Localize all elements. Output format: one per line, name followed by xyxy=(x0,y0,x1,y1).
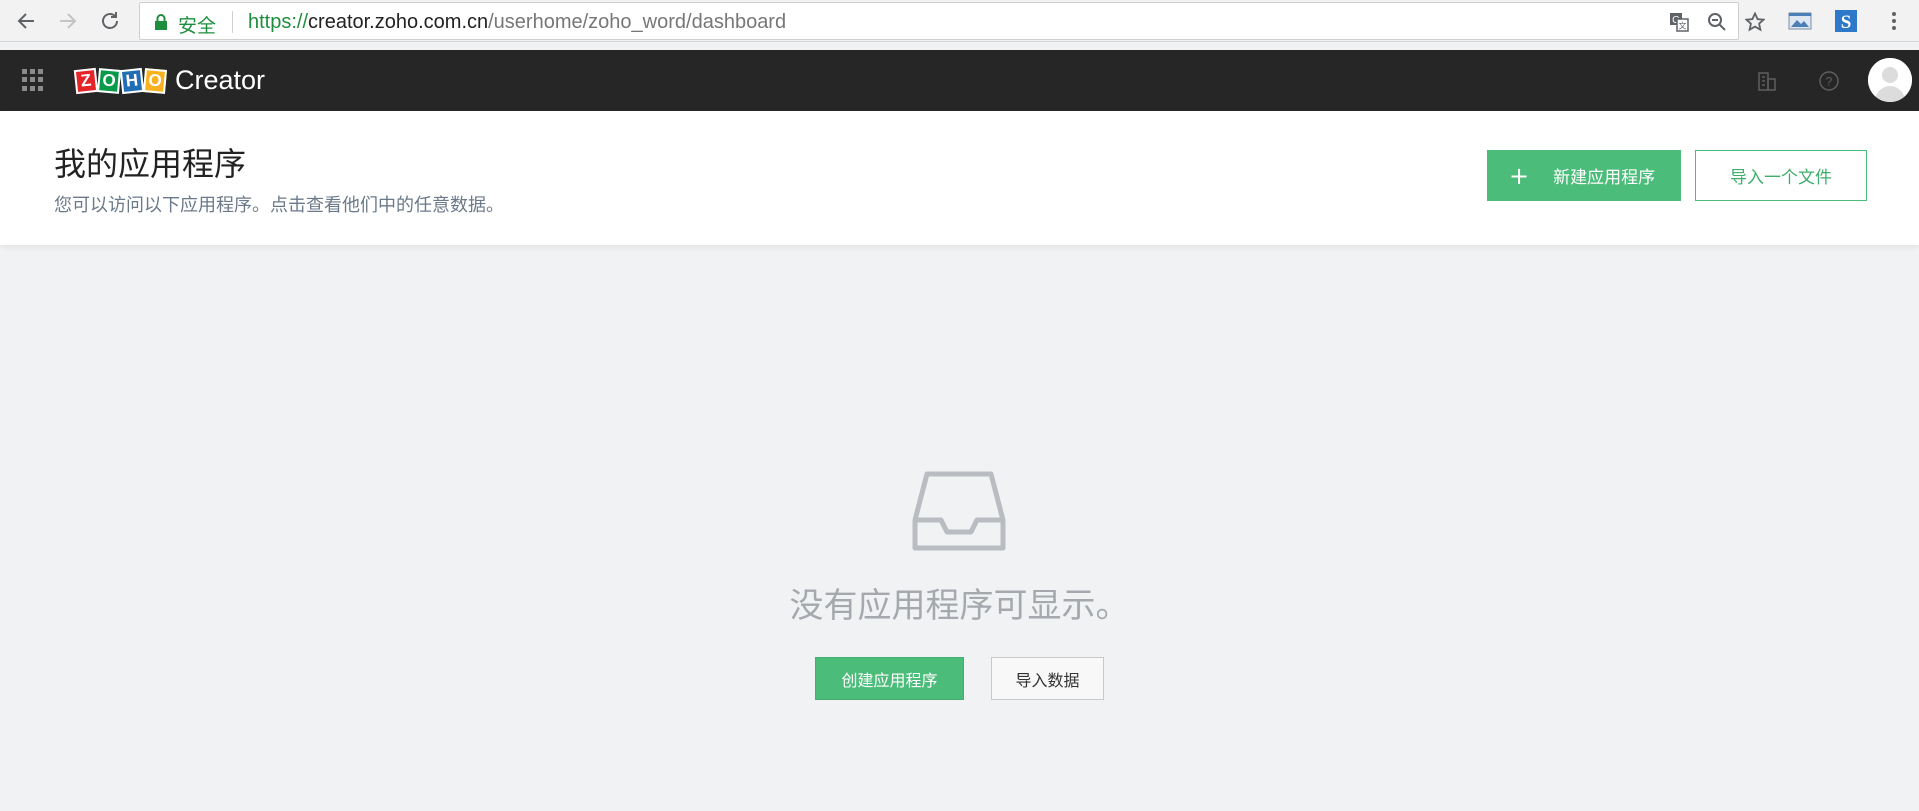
help-icon[interactable]: ? xyxy=(1816,68,1842,94)
more-menu-icon[interactable] xyxy=(1882,9,1906,33)
empty-state-message: 没有应用程序可显示。 xyxy=(789,586,1130,626)
zoom-icon[interactable] xyxy=(1706,11,1728,33)
organization-icon[interactable] xyxy=(1754,68,1780,94)
new-app-label: 新建应用程序 xyxy=(1553,168,1656,188)
url-text[interactable]: https://creator.zoho.com.cn/userhome/zoh… xyxy=(248,11,786,34)
s-extension-icon[interactable]: S xyxy=(1834,9,1858,33)
forward-icon[interactable] xyxy=(54,7,82,35)
product-name: Creator xyxy=(175,65,266,95)
image-extension-icon[interactable] xyxy=(1788,9,1812,33)
zoho-creator-logo[interactable]: Z O H O Creator xyxy=(73,65,266,96)
url-scheme: https:// xyxy=(248,11,309,33)
reload-icon[interactable] xyxy=(96,7,124,35)
bookmark-star-icon[interactable] xyxy=(1744,11,1766,33)
svg-text:文: 文 xyxy=(1679,21,1687,31)
import-data-button[interactable]: 导入数据 xyxy=(991,657,1104,700)
svg-text:?: ? xyxy=(1826,75,1833,89)
user-avatar[interactable] xyxy=(1868,58,1912,102)
secure-label: 安全 xyxy=(178,15,217,37)
logo-letter-o2: O xyxy=(142,67,168,94)
back-icon[interactable] xyxy=(12,7,40,35)
page-title: 我的应用程序 xyxy=(54,145,247,183)
import-file-button[interactable]: 导入一个文件 xyxy=(1695,150,1867,201)
page-subtitle: 您可以访问以下应用程序。点击查看他们中的任意数据。 xyxy=(54,195,504,216)
url-separator xyxy=(232,11,233,33)
title-panel: 我的应用程序 您可以访问以下应用程序。点击查看他们中的任意数据。 + 新建应用程… xyxy=(0,111,1919,245)
plus-icon: + xyxy=(1509,161,1530,190)
empty-inbox-icon xyxy=(911,470,1007,554)
browser-toolbar: 安全 https://creator.zoho.com.cn/userhome/… xyxy=(0,0,1919,42)
address-bar[interactable]: 安全 https://creator.zoho.com.cn/userhome/… xyxy=(139,2,1765,40)
logo-letter-o1: O xyxy=(96,67,122,94)
logo-letter-h: H xyxy=(119,67,145,94)
logo-letter-z: Z xyxy=(73,67,99,94)
lock-icon xyxy=(154,14,168,34)
url-path: /userhome/zoho_word/dashboard xyxy=(488,11,787,33)
app-launcher-icon[interactable] xyxy=(22,69,44,91)
create-app-button[interactable]: 创建应用程序 xyxy=(815,657,964,700)
svg-text:S: S xyxy=(1841,12,1852,33)
new-app-button[interactable]: + 新建应用程序 xyxy=(1487,150,1681,201)
app-header: Z O H O Creator ? xyxy=(0,50,1919,111)
url-host: creator.zoho.com.cn xyxy=(308,11,489,33)
translate-icon[interactable]: G文 xyxy=(1668,11,1690,33)
